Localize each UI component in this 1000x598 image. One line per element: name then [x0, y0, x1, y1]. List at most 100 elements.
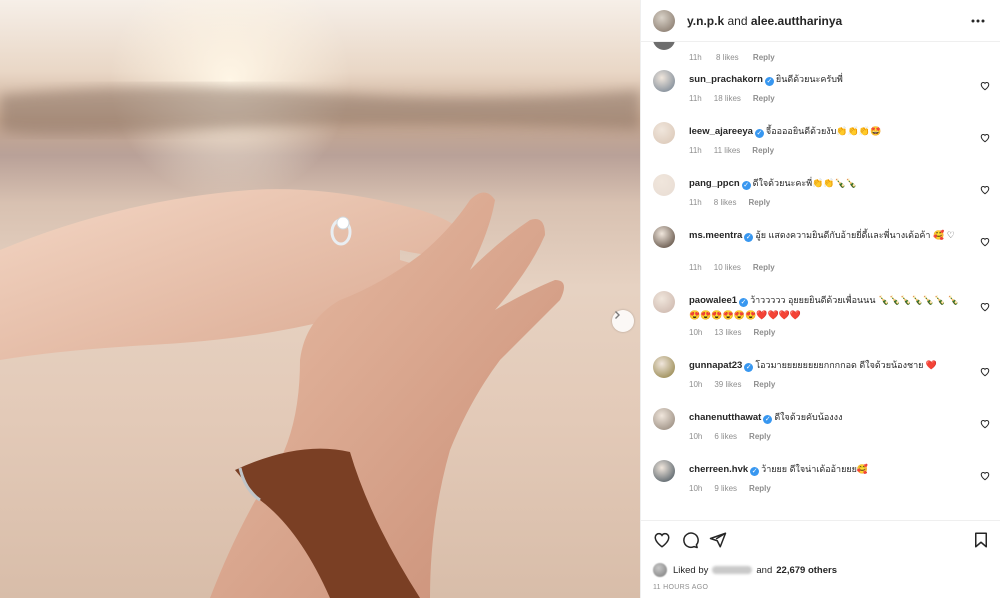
comment-like-button[interactable]	[980, 364, 990, 377]
comment-body: ms.meentra ✓ อู้ย แสดงความยินดีกับอ้ายยี่ด…	[689, 228, 966, 243]
comment-meta: 11h 18 likes Reply	[689, 94, 787, 103]
comment-text: อู้ย แสดงความยินดีกับอ้ายยี่ดี้และพี่นาง…	[755, 230, 955, 240]
comment-username[interactable]: paowalee1	[689, 295, 737, 306]
comment-text: ดีใจด้วยคับน้องงง	[774, 412, 843, 422]
verified-badge-icon: ✓	[764, 77, 774, 86]
comment-text: ว้ายยย ดีใจน่าเด้ออ้ายยย🥰	[761, 464, 869, 474]
comment-button[interactable]	[681, 531, 699, 549]
avatar[interactable]	[653, 226, 675, 248]
comment-like-button[interactable]	[980, 78, 990, 91]
comment-time: 10h	[689, 380, 703, 389]
comment-username[interactable]: leew_ajareeya	[689, 126, 753, 137]
post-header: y.n.p.k and alee.auttharinya	[641, 0, 1000, 42]
likes-summary: Liked by and 22,679 others	[653, 563, 837, 577]
comment-likes[interactable]: 18 likes	[714, 94, 741, 103]
comment-like-button[interactable]	[980, 299, 990, 312]
verified-badge-icon: ✓	[744, 363, 754, 372]
reply-button[interactable]: Reply	[753, 380, 775, 389]
comment-meta: 10h 39 likes Reply	[689, 380, 787, 389]
next-image-button[interactable]	[612, 310, 634, 332]
comment-likes[interactable]: 13 likes	[714, 328, 741, 337]
comment-username[interactable]: ms.meentra	[689, 230, 742, 241]
reply-button[interactable]: Reply	[749, 432, 771, 441]
comment-meta: 10h 13 likes Reply	[689, 328, 787, 337]
likes-count[interactable]: 22,679 others	[776, 565, 837, 576]
comment-time: 10h	[689, 484, 703, 493]
comment-likes[interactable]: 11 likes	[714, 146, 741, 155]
avatar[interactable]	[653, 460, 675, 482]
save-button[interactable]	[972, 531, 990, 549]
share-icon	[709, 532, 727, 548]
chevron-right-icon	[615, 311, 620, 319]
comment-username[interactable]: chanenutthawat	[689, 412, 761, 423]
comment-item: cherreen.hvk ✓ ว้ายยย ดีใจน่าเด้ออ้ายยย🥰 10…	[641, 460, 1000, 512]
share-button[interactable]	[709, 531, 727, 549]
comment-body: paowalee1 ✓ ว้าววววว อุยยยยินดีด้วยเพื่อนน…	[689, 293, 966, 322]
avatar[interactable]	[653, 70, 675, 92]
avatar[interactable]	[653, 42, 675, 50]
reply-button[interactable]: Reply	[748, 198, 770, 207]
avatar[interactable]	[653, 563, 667, 577]
blurred-username[interactable]	[712, 566, 753, 574]
reply-button[interactable]: Reply	[753, 53, 775, 62]
post-timestamp: 11 HOURS AGO	[653, 584, 709, 591]
verified-badge-icon: ✓	[744, 233, 754, 242]
more-horizontal-icon	[971, 19, 985, 22]
comment-like-button[interactable]	[980, 234, 990, 247]
comment-likes[interactable]: 8 likes	[716, 53, 739, 62]
verified-badge-icon: ✓	[741, 181, 751, 190]
verified-badge-icon: ✓	[763, 415, 773, 424]
comments-list[interactable]: 11h 8 likes Reply sun_prachakorn ✓ ยินดีด้…	[641, 42, 1000, 520]
comment-like-button[interactable]	[980, 182, 990, 195]
comment-meta: 11h 8 likes Reply	[689, 53, 787, 62]
comment-meta: 10h 6 likes Reply	[689, 432, 783, 441]
coauthor-username[interactable]: alee.auttharinya	[751, 14, 842, 28]
comment-text: ยินดีด้วยนะครับพี่	[775, 74, 843, 84]
comment-text: ดีใจด้วยนะคะพี่👏👏🍾🍾	[752, 178, 857, 188]
comment-like-button[interactable]	[980, 416, 990, 429]
author-username[interactable]: y.n.p.k	[687, 14, 724, 28]
reply-button[interactable]: Reply	[749, 484, 771, 493]
avatar[interactable]	[653, 356, 675, 378]
comment-username[interactable]: cherreen.hvk	[689, 464, 748, 475]
avatar[interactable]	[653, 291, 675, 313]
heart-icon	[980, 185, 990, 195]
comment-time: 10h	[689, 432, 703, 441]
more-options-button[interactable]	[968, 11, 988, 31]
action-bar	[653, 531, 990, 551]
heart-icon	[980, 302, 990, 312]
engagement-ring-photo	[0, 0, 640, 598]
post-authors: y.n.p.k and alee.auttharinya	[687, 14, 968, 28]
comment-body: chanenutthawat ✓ ดีใจด้วยคับน้องงง	[689, 410, 966, 425]
avatar[interactable]	[653, 122, 675, 144]
comment-likes[interactable]: 8 likes	[714, 198, 737, 207]
avatar[interactable]	[653, 408, 675, 430]
heart-icon	[980, 471, 990, 481]
comment-body: leew_ajareeya ✓ จี้ออออยินดีด้วยงับ👏👏👏🤩	[689, 124, 966, 139]
comment-text: จี้ออออยินดีด้วยงับ👏👏👏🤩	[765, 126, 882, 136]
comment-like-button[interactable]	[980, 468, 990, 481]
reply-button[interactable]: Reply	[753, 94, 775, 103]
comment-like-button[interactable]	[980, 130, 990, 143]
comment-likes[interactable]: 39 likes	[714, 380, 741, 389]
like-button[interactable]	[653, 531, 671, 549]
verified-badge-icon: ✓	[739, 298, 749, 307]
reply-button[interactable]: Reply	[753, 328, 775, 337]
comment-username[interactable]: gunnapat23	[689, 360, 742, 371]
comment-likes[interactable]: 9 likes	[714, 484, 737, 493]
avatar[interactable]	[653, 174, 675, 196]
comment-likes[interactable]: 10 likes	[714, 263, 741, 272]
reply-button[interactable]: Reply	[752, 146, 774, 155]
comment-likes[interactable]: 6 likes	[714, 432, 737, 441]
comment-item: chanenutthawat ✓ ดีใจด้วยคับน้องงง 10h 6 lik…	[641, 408, 1000, 460]
heart-icon	[980, 419, 990, 429]
reply-button[interactable]: Reply	[753, 263, 775, 272]
comment-body: sun_prachakorn ✓ ยินดีด้วยนะครับพี่	[689, 72, 966, 87]
comment-username[interactable]: sun_prachakorn	[689, 74, 763, 85]
comment-item: paowalee1 ✓ ว้าววววว อุยยยยินดีด้วยเพื่อนน…	[641, 291, 1000, 356]
comment-username[interactable]: pang_ppcn	[689, 178, 740, 189]
comment-body: gunnapat23 ✓ โอวมายยยยยยยยกกกกอด ดีใจด้วยน…	[689, 358, 966, 373]
comment-time: 10h	[689, 328, 703, 337]
avatar[interactable]	[653, 9, 675, 32]
verified-badge-icon: ✓	[754, 129, 764, 138]
